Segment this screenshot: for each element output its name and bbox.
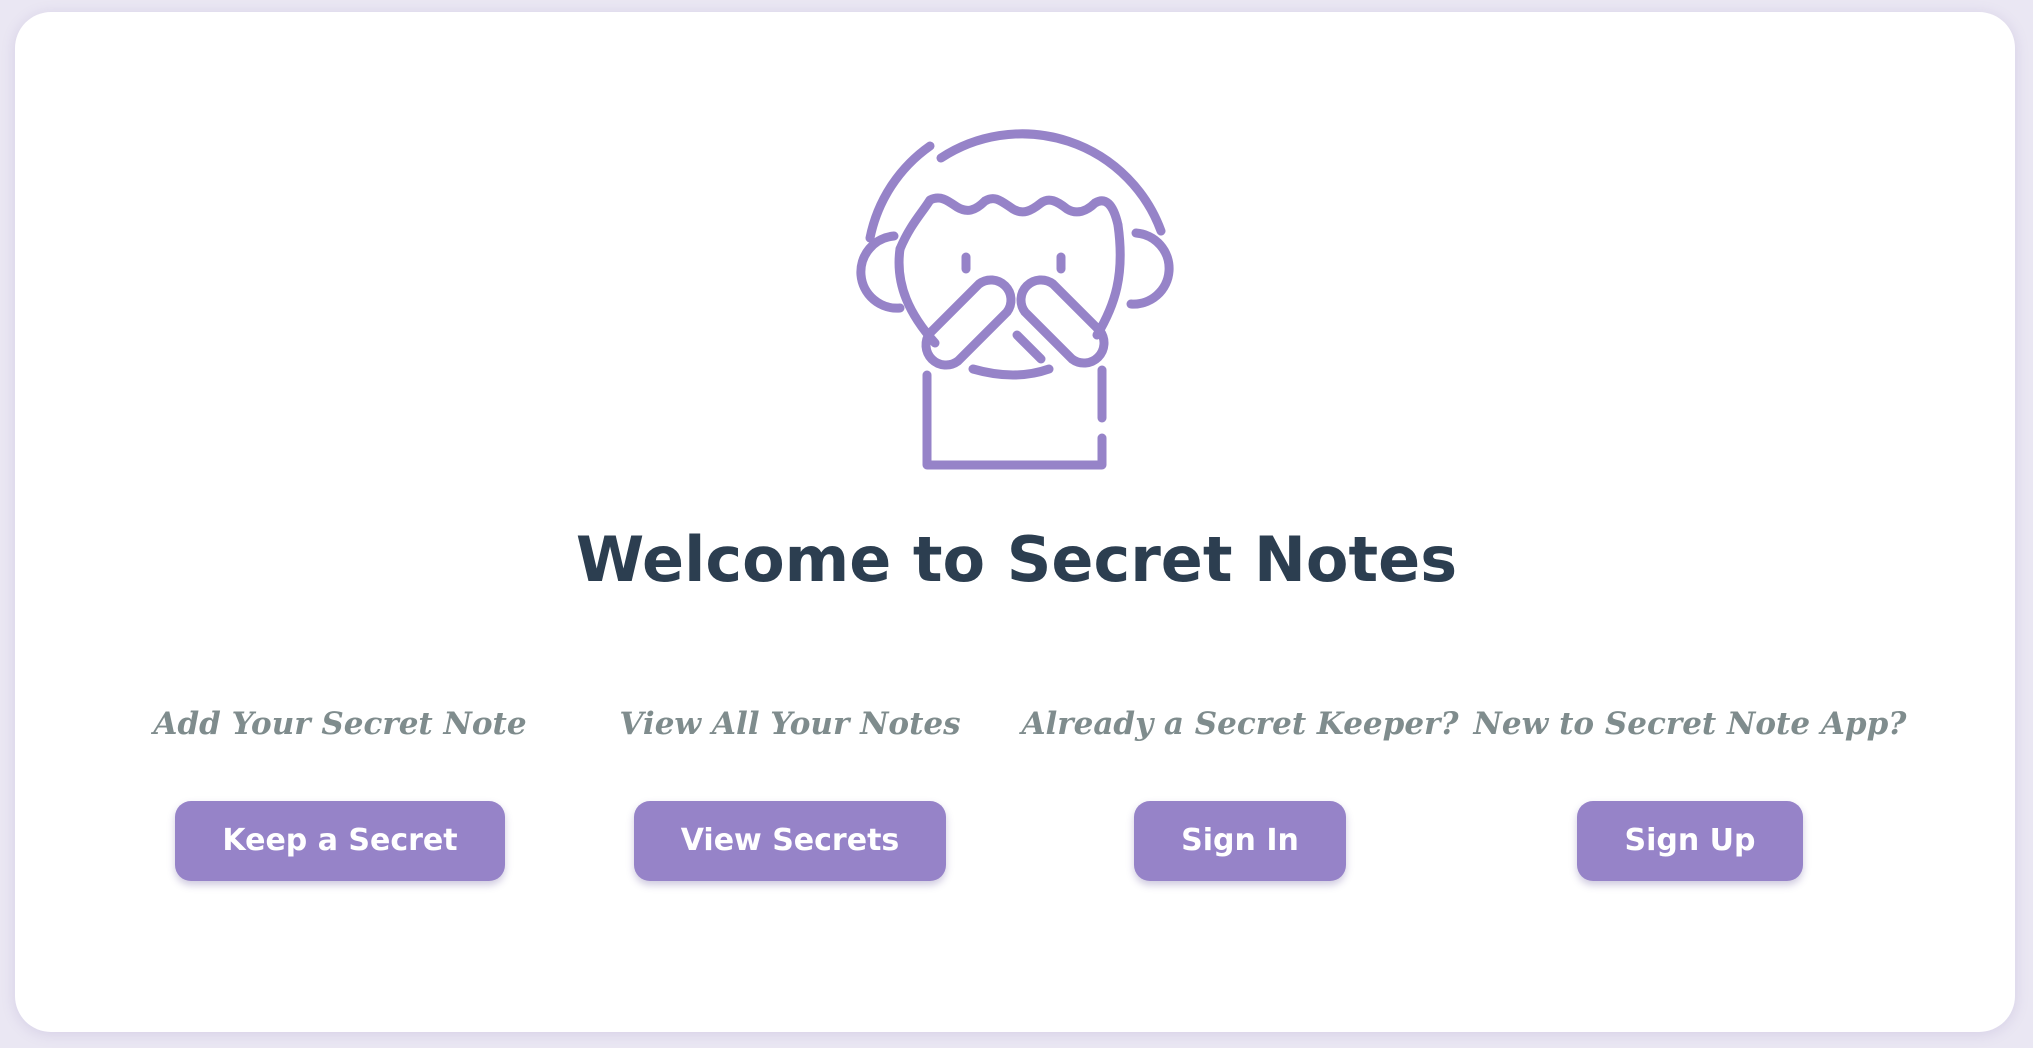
speak-no-evil-person-icon <box>856 129 1174 470</box>
sign-up-caption: New to Secret Note App? <box>1473 706 1907 742</box>
sign-in-button[interactable]: Sign In <box>1134 801 1346 881</box>
action-view-notes: View All Your Notes View Secrets <box>555 700 1025 881</box>
page-title: Welcome to Secret Notes <box>575 523 1458 596</box>
action-add-note: Add Your Secret Note Keep a Secret <box>105 700 575 881</box>
view-secrets-button[interactable]: View Secrets <box>633 801 947 881</box>
action-sign-up: New to Secret Note App? Sign Up <box>1455 700 1925 881</box>
view-notes-caption: View All Your Notes <box>619 706 961 742</box>
action-sign-in: Already a Secret Keeper? Sign In <box>1005 700 1475 881</box>
add-note-caption: Add Your Secret Note <box>153 706 527 742</box>
keep-secret-button[interactable]: Keep a Secret <box>175 801 505 881</box>
sign-in-caption: Already a Secret Keeper? <box>1021 706 1459 742</box>
sign-up-button[interactable]: Sign Up <box>1577 801 1803 881</box>
